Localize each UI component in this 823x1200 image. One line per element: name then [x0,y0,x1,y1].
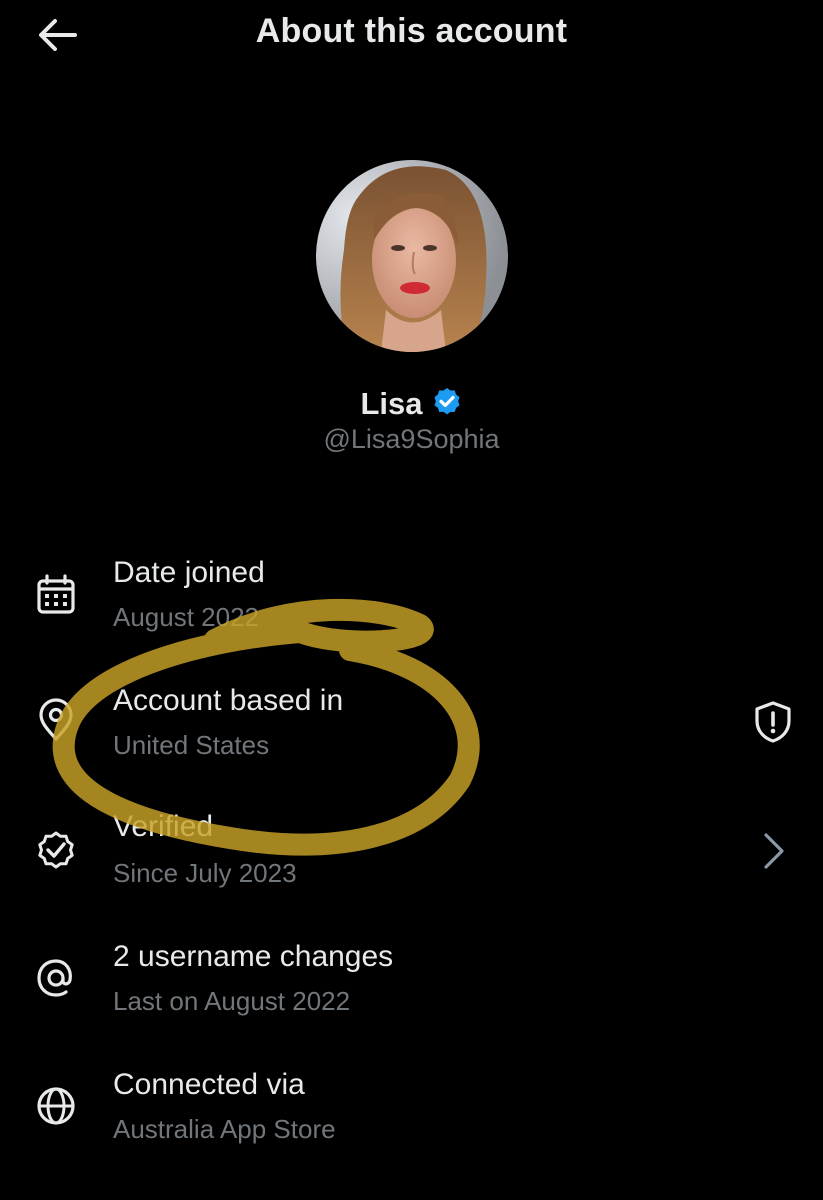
verified-badge-icon [433,388,460,415]
connected-via-value: Australia App Store [113,1114,336,1144]
shield-alert-icon[interactable] [751,700,795,744]
date-joined-row: Date joined August 2022 [0,540,823,660]
account-based-in-label: Account based in [113,684,344,717]
display-name-row: Lisa [0,386,823,422]
page-title: About this account [255,12,568,50]
display-name: Lisa [360,386,423,421]
verified-check-icon [38,831,74,869]
avatar [316,160,508,352]
verified-row[interactable]: Verified Since July 2023 [0,796,823,916]
username-handle: @Lisa9Sophia [323,424,500,454]
username-changes-row: 2 username changes Last on August 2022 [0,924,823,1044]
connected-via-label: Connected via [113,1068,305,1101]
username-changes-value: Last on August 2022 [113,986,351,1016]
chevron-right-icon[interactable] [751,829,795,873]
top-bar: About this account [0,0,823,72]
location-pin-icon [39,698,73,741]
at-sign-icon [37,959,72,997]
verified-value: Since July 2023 [113,858,297,888]
date-joined-value: August 2022 [113,602,260,632]
account-based-in-value: United States [113,730,270,760]
account-based-in-row: Account based in United States [0,668,823,788]
username-changes-label: 2 username changes [113,940,394,973]
calendar-icon [37,574,75,614]
verified-label: Verified [113,810,214,843]
date-joined-label: Date joined [113,556,265,589]
connected-via-row: Connected via Australia App Store [0,1052,823,1172]
globe-icon [37,1087,75,1125]
